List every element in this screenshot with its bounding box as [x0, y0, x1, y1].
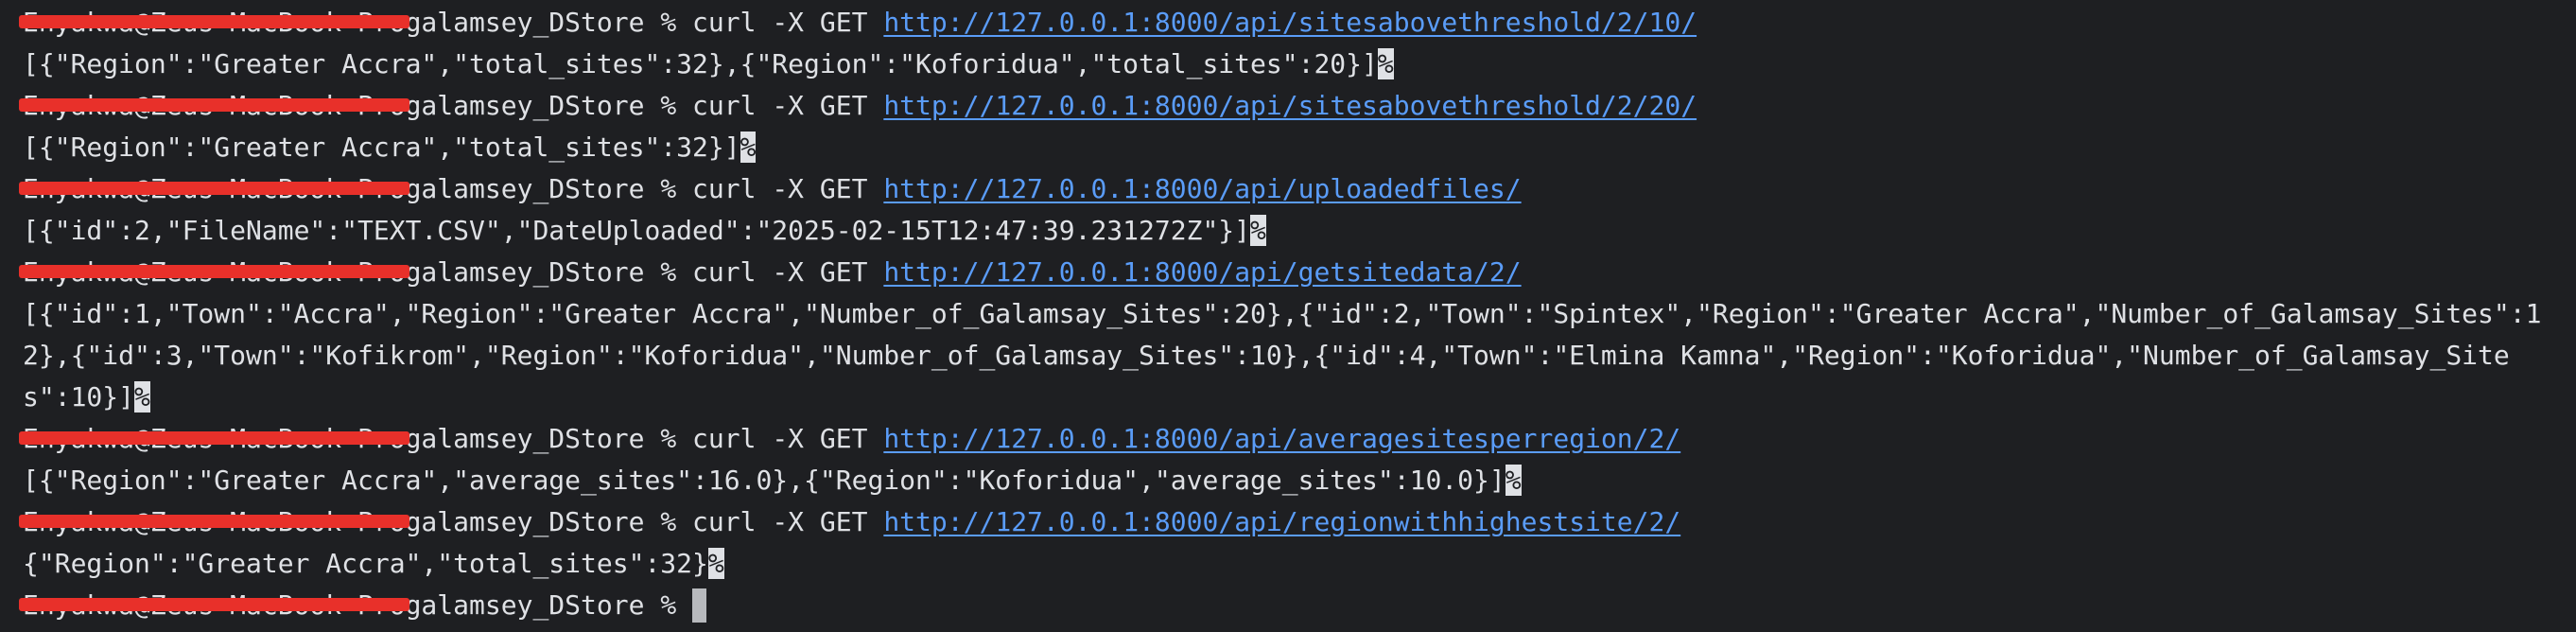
json-output: [{"Region":"Greater Accra","total_sites"…	[23, 48, 1378, 79]
command-text: curl -X GET	[692, 173, 868, 204]
json-output: [{"id":2,"FileName":"TEXT.CSV","DateUplo…	[23, 215, 1251, 246]
json-output: [{"Region":"Greater Accra","average_site…	[23, 465, 1506, 496]
redacted-user-host: Enyakwa@Zeus-MacBook-Pro	[19, 585, 409, 626]
redacted-user-host: Enyakwa@Zeus-MacBook-Pro	[19, 252, 409, 293]
command-text: curl -X GET	[692, 256, 868, 288]
output-line: [{"Region":"Greater Accra","average_site…	[23, 460, 2576, 501]
prompt-line: Enyakwa@Zeus-MacBook-Progalamsey_DStore …	[19, 85, 2576, 127]
current-prompt-line[interactable]: Enyakwa@Zeus-MacBook-Progalamsey_DStore …	[19, 585, 2576, 626]
prompt-line: Enyakwa@Zeus-MacBook-Progalamsey_DStore …	[19, 252, 2576, 293]
url-link[interactable]: http://127.0.0.1:8000/api/regionwithhigh…	[883, 506, 1680, 537]
command-text: curl -X GET	[692, 7, 868, 38]
output-line-wrapped: [{"id":1,"Town":"Accra","Region":"Greate…	[23, 293, 2557, 418]
prompt-directory: galamsey_DStore	[405, 423, 645, 454]
prompt-symbol: %	[660, 423, 677, 454]
prompt-directory: galamsey_DStore	[405, 90, 645, 121]
eol-marker: %	[134, 381, 150, 413]
prompt-symbol: %	[660, 173, 677, 204]
prompt-symbol: %	[660, 90, 677, 121]
eol-marker: %	[1250, 215, 1266, 246]
prompt-symbol: %	[660, 7, 677, 38]
url-link[interactable]: http://127.0.0.1:8000/api/sitesabovethre…	[883, 90, 1697, 121]
prompt-symbol: %	[660, 256, 677, 288]
redacted-user-host: Enyakwa@Zeus-MacBook-Pro	[19, 2, 409, 44]
output-line: [{"id":2,"FileName":"TEXT.CSV","DateUplo…	[23, 210, 2576, 252]
eol-marker: %	[740, 132, 757, 163]
output-line: [{"Region":"Greater Accra","total_sites"…	[23, 127, 2576, 168]
prompt-directory: galamsey_DStore	[405, 7, 645, 38]
text-cursor[interactable]	[692, 588, 707, 623]
redacted-user-host: Enyakwa@Zeus-MacBook-Pro	[19, 418, 409, 460]
prompt-directory: galamsey_DStore	[405, 173, 645, 204]
prompt-line: Enyakwa@Zeus-MacBook-Progalamsey_DStore …	[19, 168, 2576, 210]
eol-marker: %	[1377, 48, 1394, 79]
output-line: [{"Region":"Greater Accra","total_sites"…	[23, 44, 2576, 85]
url-link[interactable]: http://127.0.0.1:8000/api/averagesitespe…	[883, 423, 1680, 454]
json-output: [{"id":1,"Town":"Accra","Region":"Greate…	[23, 298, 2542, 413]
eol-marker: %	[707, 548, 724, 579]
terminal-window[interactable]: Enyakwa@Zeus-MacBook-Progalamsey_DStore …	[0, 0, 2576, 632]
redacted-user-host: Enyakwa@Zeus-MacBook-Pro	[19, 501, 409, 543]
prompt-directory: galamsey_DStore	[405, 506, 645, 537]
json-output: {"Region":"Greater Accra","total_sites":…	[23, 548, 708, 579]
output-line: {"Region":"Greater Accra","total_sites":…	[23, 543, 2576, 585]
command-text: curl -X GET	[692, 423, 868, 454]
url-link[interactable]: http://127.0.0.1:8000/api/uploadedfiles/	[883, 173, 1521, 204]
command-text: curl -X GET	[692, 506, 868, 537]
prompt-symbol: %	[660, 589, 677, 621]
prompt-directory: galamsey_DStore	[405, 589, 645, 621]
redacted-user-host: Enyakwa@Zeus-MacBook-Pro	[19, 85, 409, 127]
url-link[interactable]: http://127.0.0.1:8000/api/sitesabovethre…	[883, 7, 1697, 38]
prompt-line: Enyakwa@Zeus-MacBook-Progalamsey_DStore …	[19, 501, 2576, 543]
command-text: curl -X GET	[692, 90, 868, 121]
json-output: [{"Region":"Greater Accra","total_sites"…	[23, 132, 740, 163]
redacted-user-host: Enyakwa@Zeus-MacBook-Pro	[19, 168, 409, 210]
prompt-line: Enyakwa@Zeus-MacBook-Progalamsey_DStore …	[19, 418, 2576, 460]
url-link[interactable]: http://127.0.0.1:8000/api/getsitedata/2/	[883, 256, 1521, 288]
prompt-directory: galamsey_DStore	[405, 256, 645, 288]
prompt-line: Enyakwa@Zeus-MacBook-Progalamsey_DStore …	[19, 2, 2576, 44]
prompt-symbol: %	[660, 506, 677, 537]
eol-marker: %	[1505, 465, 1522, 496]
